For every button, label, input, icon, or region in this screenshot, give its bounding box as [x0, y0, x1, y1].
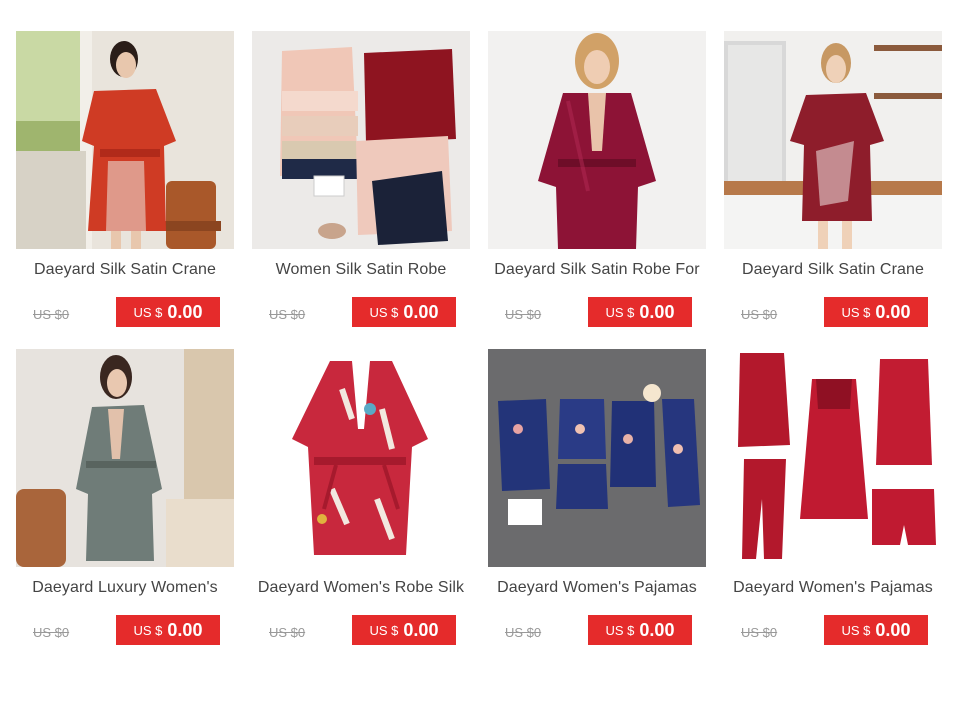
price-value: 0.00	[875, 301, 911, 322]
product-card[interactable]: Daeyard Silk Satin Crane US $0 US $ 0.00	[724, 31, 942, 331]
price-badge: US $ 0.00	[824, 615, 928, 645]
product-card[interactable]: Women Silk Satin Robe US $0 US $ 0.00	[252, 31, 470, 331]
price-value: 0.00	[639, 301, 675, 322]
product-image[interactable]	[16, 349, 234, 567]
product-card[interactable]: Daeyard Women's Robe Silk US $0 US $ 0.0…	[252, 349, 470, 649]
product-card[interactable]: Daeyard Luxury Women's US $0 US $ 0.00	[16, 349, 234, 649]
product-image[interactable]	[724, 31, 942, 249]
price-badge: US $ 0.00	[588, 297, 692, 327]
price-badge: US $ 0.00	[352, 615, 456, 645]
price-value: 0.00	[167, 301, 203, 322]
price-value: 0.00	[403, 301, 439, 322]
original-price: US $0	[269, 307, 306, 322]
product-title[interactable]: Daeyard Silk Satin Crane	[10, 261, 240, 279]
original-price: US $0	[741, 625, 778, 640]
price-badge: US $ 0.00	[824, 297, 928, 327]
price-currency: US $	[133, 622, 163, 638]
product-image[interactable]	[724, 349, 942, 567]
product-image[interactable]	[252, 349, 470, 567]
product-grid: Daeyard Silk Satin Crane US $0 US $ 0.00	[0, 0, 958, 703]
price-value: 0.00	[875, 619, 911, 640]
product-title[interactable]: Daeyard Women's Pajamas	[482, 579, 712, 597]
product-title[interactable]: Women Silk Satin Robe	[246, 261, 476, 279]
product-title[interactable]: Daeyard Women's Pajamas	[718, 579, 948, 597]
product-image[interactable]	[252, 31, 470, 249]
product-card[interactable]: Daeyard Women's Pajamas US $0 US $ 0.00	[488, 349, 706, 649]
price-value: 0.00	[167, 619, 203, 640]
product-card[interactable]: Daeyard Silk Satin Crane US $0 US $ 0.00	[16, 31, 234, 331]
original-price: US $0	[33, 307, 70, 322]
product-title[interactable]: Daeyard Silk Satin Crane	[718, 261, 948, 279]
price-currency: US $	[369, 304, 399, 320]
original-price: US $0	[741, 307, 778, 322]
original-price: US $0	[269, 625, 306, 640]
price-badge: US $ 0.00	[588, 615, 692, 645]
price-currency: US $	[841, 622, 871, 638]
product-title[interactable]: Daeyard Luxury Women's	[10, 579, 240, 597]
original-price: US $0	[505, 625, 542, 640]
original-price: US $0	[33, 625, 70, 640]
original-price: US $0	[505, 307, 542, 322]
product-card[interactable]: Daeyard Silk Satin Robe For US $0 US $ 0…	[488, 31, 706, 331]
price-value: 0.00	[403, 619, 439, 640]
price-currency: US $	[605, 622, 635, 638]
price-currency: US $	[605, 304, 635, 320]
price-currency: US $	[841, 304, 871, 320]
price-currency: US $	[369, 622, 399, 638]
price-badge: US $ 0.00	[116, 615, 220, 645]
price-currency: US $	[133, 304, 163, 320]
price-value: 0.00	[639, 619, 675, 640]
product-card[interactable]: Daeyard Women's Pajamas US $0 US $ 0.00	[724, 349, 942, 649]
product-image[interactable]	[488, 349, 706, 567]
price-badge: US $ 0.00	[116, 297, 220, 327]
product-title[interactable]: Daeyard Silk Satin Robe For	[482, 261, 712, 279]
product-image[interactable]	[488, 31, 706, 249]
price-badge: US $ 0.00	[352, 297, 456, 327]
product-image[interactable]	[16, 31, 234, 249]
product-title[interactable]: Daeyard Women's Robe Silk	[246, 579, 476, 597]
